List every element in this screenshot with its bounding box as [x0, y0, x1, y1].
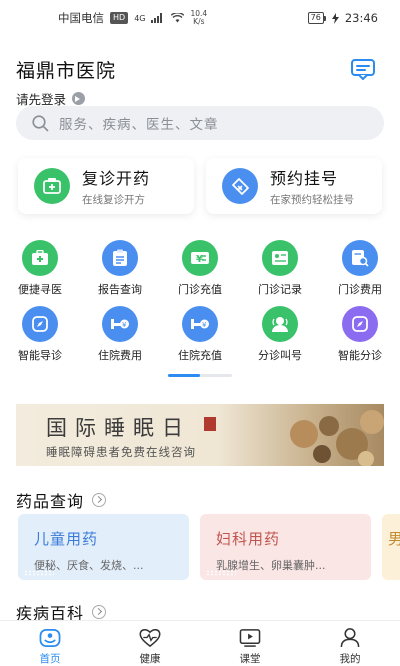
- service-label: 便捷寻医: [18, 283, 62, 296]
- bottom-tab-bar: 首页 健康 课堂 我的: [0, 620, 400, 666]
- signal-icon: [151, 13, 163, 23]
- tab-label: 我的: [339, 653, 361, 665]
- dots-decoration: [206, 570, 236, 576]
- service-outpatient-record[interactable]: 门诊记录: [240, 240, 320, 297]
- promo-banner[interactable]: 国际睡眠日 睡眠障碍患者免费在线咨询: [16, 404, 384, 466]
- header: 福鼎市医院 请先登录: [16, 56, 384, 108]
- video-class-icon: [239, 629, 261, 647]
- carrier-label: 中国电信: [58, 11, 104, 25]
- bed-fee-icon: ¥: [102, 306, 138, 342]
- home-icon: [39, 629, 61, 647]
- status-bar: 中国电信 HD 4G 10.4 K/s 76 23:46: [0, 0, 400, 36]
- search-input[interactable]: 服务、疾病、医生、文章: [16, 106, 384, 140]
- clock: 23:46: [344, 11, 378, 25]
- drug-card-title: 儿童用药: [34, 530, 99, 548]
- charging-icon: [331, 12, 339, 24]
- report-icon: [102, 240, 138, 276]
- service-label: 智能分诊: [338, 349, 382, 362]
- drug-card-subtitle: 乳腺增生、卵巢囊肿...: [216, 559, 326, 572]
- chevron-right-icon: [92, 605, 107, 619]
- user-icon: [340, 628, 360, 648]
- service-smart-guide[interactable]: 智能导诊: [0, 306, 80, 363]
- service-label: 住院费用: [98, 349, 142, 362]
- search-icon: [32, 114, 49, 131]
- service-convenient-doctor[interactable]: 便捷寻医: [0, 240, 80, 297]
- fee-search-icon: [342, 240, 378, 276]
- wifi-icon: [171, 13, 185, 23]
- tab-label: 首页: [39, 653, 61, 665]
- signal-label: 4G: [134, 13, 146, 23]
- yuan-card-icon: ¥: [182, 240, 218, 276]
- drug-card-men[interactable]: 男: [382, 514, 400, 580]
- search-placeholder: 服务、疾病、医生、文章: [59, 117, 219, 133]
- drug-card-gynecology[interactable]: 妇科用药 乳腺增生、卵巢囊肿...: [200, 514, 371, 580]
- service-label: 住院充值: [178, 349, 222, 362]
- drug-section-header[interactable]: 药品查询: [16, 488, 107, 512]
- svg-text:¥: ¥: [196, 254, 203, 265]
- net-speed: 10.4 K/s: [190, 10, 207, 26]
- quick-card-title: 预约挂号: [270, 169, 339, 188]
- banner-subtitle: 睡眠障碍患者免费在线咨询: [46, 445, 196, 459]
- quick-card-subtitle: 在线复诊开方: [82, 194, 145, 206]
- seal-stamp: [204, 417, 216, 431]
- service-label: 门诊记录: [258, 283, 302, 296]
- herbs-image: [290, 410, 384, 466]
- drug-card-children[interactable]: 儿童用药 便秘、厌食、发烧、...: [18, 514, 189, 580]
- service-inpatient-fee[interactable]: ¥ 住院费用: [80, 306, 160, 363]
- prescription-icon: [34, 168, 70, 204]
- section-title: 药品查询: [16, 492, 85, 511]
- svg-text:¥: ¥: [122, 321, 127, 329]
- tab-home[interactable]: 首页: [0, 621, 100, 666]
- bed-topup-icon: ¥: [182, 306, 218, 342]
- battery-level: 76: [307, 12, 324, 24]
- dots-decoration: [24, 570, 54, 576]
- service-smart-triage[interactable]: 智能分诊: [320, 306, 400, 363]
- tab-profile[interactable]: 我的: [300, 621, 400, 666]
- service-label: 分诊叫号: [258, 349, 302, 362]
- tab-label: 课堂: [239, 653, 261, 665]
- message-icon[interactable]: [350, 58, 376, 82]
- service-label: 门诊费用: [338, 283, 382, 296]
- ticket-icon: [222, 168, 258, 204]
- tab-health[interactable]: 健康: [100, 621, 200, 666]
- quick-card-revisit[interactable]: 复诊开药 在线复诊开方: [18, 158, 194, 214]
- drug-card-title: 男: [388, 530, 400, 548]
- drug-card-subtitle: 便秘、厌食、发烧、...: [34, 559, 144, 572]
- service-label: 智能导诊: [18, 349, 62, 362]
- svg-text:¥: ¥: [202, 321, 207, 329]
- tab-label: 健康: [139, 653, 161, 665]
- service-label: 报告查询: [98, 283, 142, 296]
- queue-call-icon: [262, 306, 298, 342]
- service-inpatient-topup[interactable]: ¥ 住院充值: [160, 306, 240, 363]
- record-icon: [262, 240, 298, 276]
- service-triage-call[interactable]: 分诊叫号: [240, 306, 320, 363]
- quick-card-appointment[interactable]: 预约挂号 在家预约轻松挂号: [206, 158, 382, 214]
- tab-class[interactable]: 课堂: [200, 621, 300, 666]
- service-label: 门诊充值: [178, 283, 222, 296]
- page-title: 福鼎市医院: [16, 60, 117, 82]
- service-report-query[interactable]: 报告查询: [80, 240, 160, 297]
- hd-badge: HD: [110, 12, 129, 24]
- quick-card-title: 复诊开药: [82, 169, 151, 188]
- smart-triage-icon: [342, 306, 378, 342]
- medical-kit-icon: [22, 240, 58, 276]
- heart-pulse-icon: [139, 629, 161, 648]
- banner-title: 国际睡眠日: [46, 416, 191, 440]
- net-speed-unit: K/s: [193, 17, 205, 26]
- page-indicator-active: [168, 374, 200, 377]
- service-outpatient-topup[interactable]: ¥ 门诊充值: [160, 240, 240, 297]
- service-outpatient-fee[interactable]: 门诊费用: [320, 240, 400, 297]
- drug-card-title: 妇科用药: [216, 530, 281, 548]
- quick-card-subtitle: 在家预约轻松挂号: [270, 194, 354, 206]
- compass-icon: [22, 306, 58, 342]
- battery-icon: 76: [307, 12, 326, 24]
- arrow-right-icon: [72, 92, 86, 105]
- chevron-right-icon: [92, 493, 107, 507]
